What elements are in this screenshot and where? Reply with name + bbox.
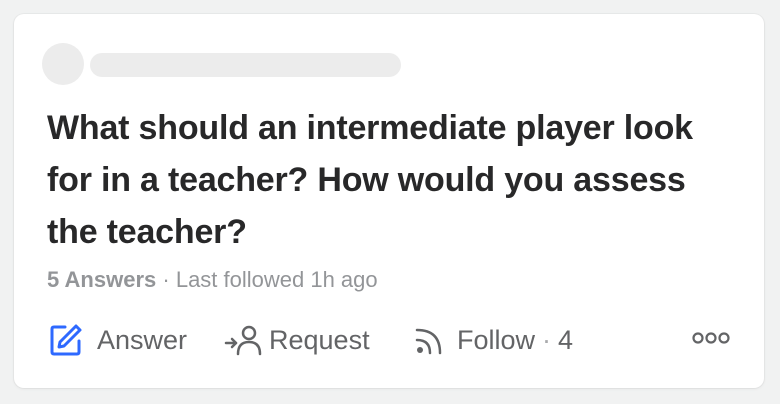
more-options-icon bbox=[691, 330, 731, 351]
follow-button[interactable]: Follow · 4 bbox=[413, 320, 573, 360]
action-bar: Answer Request Follow · 4 bbox=[47, 320, 737, 360]
author-placeholder-line bbox=[90, 53, 401, 77]
answers-count-link[interactable]: 5 Answers bbox=[47, 267, 156, 292]
avatar-placeholder bbox=[42, 43, 84, 85]
answer-button-label: Answer bbox=[97, 324, 188, 355]
meta-separator: · bbox=[162, 267, 170, 292]
last-followed-text: Last followed 1h ago bbox=[175, 267, 378, 292]
more-options-button[interactable] bbox=[691, 320, 731, 360]
request-person-icon bbox=[223, 323, 263, 357]
follow-count: 4 bbox=[558, 324, 574, 355]
question-card: What should an intermediate player look … bbox=[14, 14, 764, 388]
request-button[interactable]: Request bbox=[223, 320, 370, 360]
follow-separator: · bbox=[542, 324, 552, 355]
edit-pen-icon bbox=[49, 323, 83, 357]
question-title[interactable]: What should an intermediate player look … bbox=[47, 102, 737, 258]
question-meta: 5 Answers · Last followed 1h ago bbox=[47, 267, 378, 293]
answer-button[interactable]: Answer bbox=[49, 320, 187, 360]
rss-follow-icon bbox=[413, 323, 447, 357]
request-button-label: Request bbox=[269, 324, 370, 355]
follow-button-label: Follow bbox=[457, 324, 536, 355]
